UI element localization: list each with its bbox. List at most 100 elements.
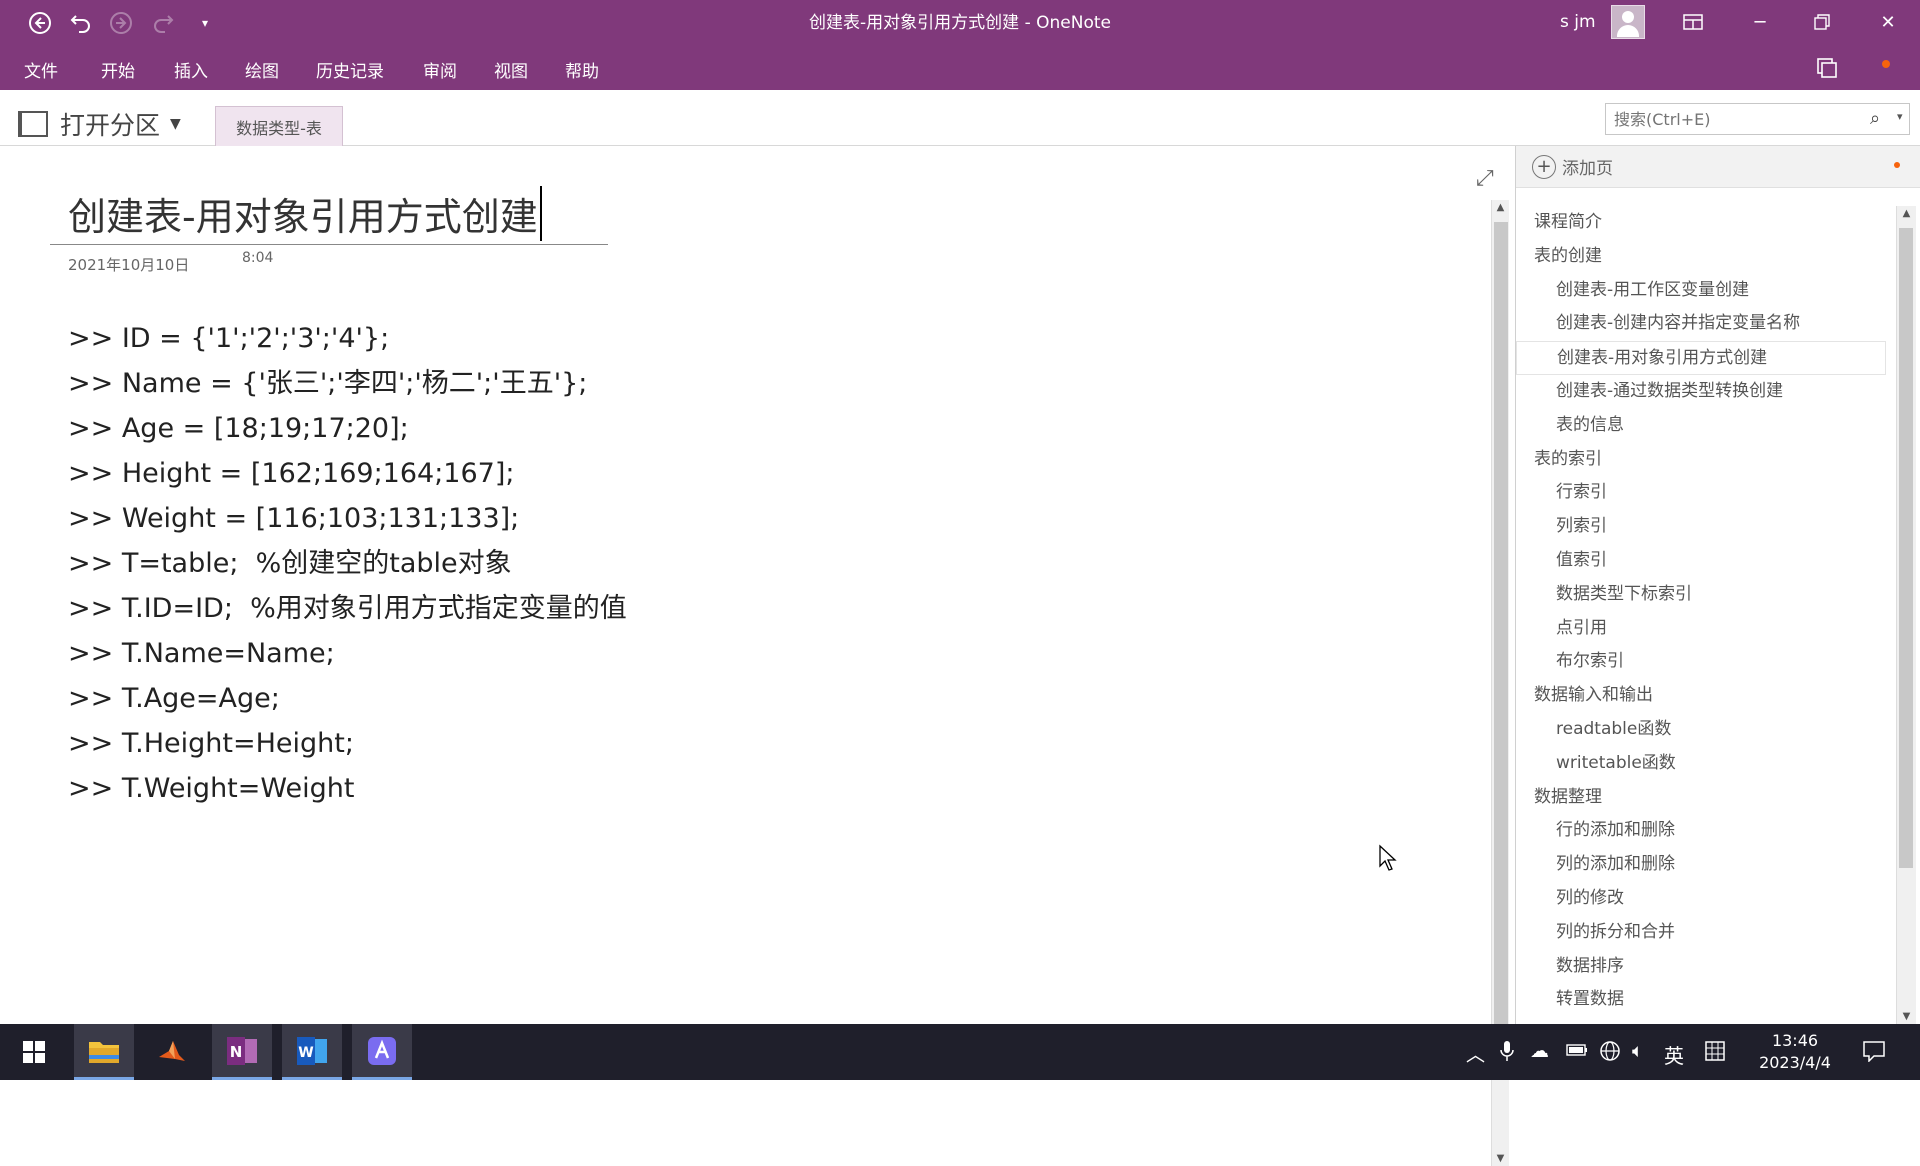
section-heading-item[interactable]: 数据整理 bbox=[1516, 781, 1886, 815]
clock[interactable]: 13:46 2023/4/4 bbox=[1740, 1030, 1850, 1074]
section-tab[interactable]: 数据类型-表 bbox=[215, 106, 343, 146]
menu-bar: 文件 开始 插入 绘图 历史记录 审阅 视图 帮助 bbox=[0, 46, 1920, 90]
open-section-button[interactable]: 打开分区 ▼ bbox=[18, 106, 181, 142]
keyboard-layout-icon[interactable] bbox=[1704, 1040, 1726, 1067]
menu-insert[interactable]: 插入 bbox=[174, 57, 208, 82]
page-list-item[interactable]: 列的拆分和合并 bbox=[1516, 916, 1886, 950]
page-list-item[interactable]: writetable函数 bbox=[1516, 747, 1886, 781]
scroll-up-icon[interactable]: ▲ bbox=[1897, 208, 1916, 219]
add-page-button[interactable]: + 添加页 bbox=[1516, 146, 1920, 188]
section-bar: 打开分区 ▼ 数据类型-表 ⌕ ▾ bbox=[0, 90, 1920, 146]
page-list-item[interactable]: readtable函数 bbox=[1516, 713, 1886, 747]
menu-view[interactable]: 视图 bbox=[494, 57, 528, 82]
search-scope-chevron-icon[interactable]: ▾ bbox=[1897, 110, 1903, 123]
word-icon[interactable]: W bbox=[282, 1024, 342, 1080]
code-line: >> Age = [18;19;17;20]; bbox=[68, 413, 409, 444]
menu-review[interactable]: 审阅 bbox=[423, 57, 457, 82]
svg-text:W: W bbox=[298, 1045, 313, 1061]
redo-icon[interactable] bbox=[148, 8, 178, 38]
title-divider bbox=[50, 244, 608, 245]
page-list-item[interactable]: 行的添加和删除 bbox=[1516, 814, 1886, 848]
menu-help[interactable]: 帮助 bbox=[565, 57, 599, 82]
mouse-cursor-icon bbox=[1378, 844, 1398, 876]
section-heading-item[interactable]: 表的索引 bbox=[1516, 443, 1886, 477]
onedrive-icon[interactable]: ☁ bbox=[1530, 1040, 1549, 1062]
page-scrollbar[interactable]: ▲ ▼ bbox=[1491, 200, 1509, 1166]
page-list-item[interactable]: 点引用 bbox=[1516, 612, 1886, 646]
customize-icon[interactable]: ▾ bbox=[190, 8, 220, 38]
expand-icon[interactable]: ⤢ bbox=[1476, 166, 1494, 191]
code-line: >> Weight = [116;103;131;133]; bbox=[68, 503, 520, 534]
menu-history[interactable]: 历史记录 bbox=[316, 57, 384, 82]
onenote-icon[interactable]: N bbox=[212, 1024, 272, 1080]
scroll-down-icon[interactable]: ▼ bbox=[1492, 1153, 1509, 1164]
code-line: >> Name = {'张三';'李四';'杨二';'王五'}; bbox=[68, 368, 588, 399]
microphone-icon[interactable] bbox=[1500, 1040, 1514, 1067]
section-heading-item[interactable]: 课程简介 bbox=[1516, 206, 1886, 240]
page-title[interactable]: 创建表-用对象引用方式创建 bbox=[68, 186, 542, 241]
battery-icon[interactable] bbox=[1566, 1040, 1588, 1062]
page-list-item[interactable]: 列的添加和删除 bbox=[1516, 848, 1886, 882]
scroll-up-icon[interactable]: ▲ bbox=[1492, 202, 1509, 213]
code-line: >> T.Name=Name; bbox=[68, 638, 335, 669]
page-list-item[interactable]: 创建表-用工作区变量创建 bbox=[1516, 274, 1886, 308]
input-method-indicator[interactable]: 英 bbox=[1664, 1040, 1684, 1069]
start-icon[interactable] bbox=[4, 1024, 64, 1080]
search-input[interactable] bbox=[1605, 103, 1910, 135]
page-date: 2021年10月10日 bbox=[68, 256, 190, 274]
page-list-item[interactable]: 创建表-用对象引用方式创建 bbox=[1516, 341, 1886, 375]
page-list-item[interactable]: 创建表-通过数据类型转换创建 bbox=[1516, 375, 1886, 409]
forward-icon[interactable] bbox=[106, 8, 136, 38]
page-canvas[interactable]: 创建表-用对象引用方式创建 2021年10月10日 8:04 ⤢ >> ID =… bbox=[0, 146, 1515, 1166]
page-list-item[interactable]: 布尔索引 bbox=[1516, 645, 1886, 679]
code-line: >> T.ID=ID; %用对象引用方式指定变量的值 bbox=[68, 593, 627, 624]
page-scrollbar-thumb[interactable] bbox=[1494, 222, 1508, 1072]
svg-text:N: N bbox=[230, 1043, 243, 1061]
ribbon-display-icon[interactable] bbox=[1663, 0, 1723, 44]
notifications-icon[interactable] bbox=[1862, 1040, 1886, 1067]
code-line: >> ID = {'1';'2';'3';'4'}; bbox=[68, 323, 390, 354]
code-line: >> T.Weight=Weight bbox=[68, 773, 355, 804]
pane-indicator-dot bbox=[1894, 162, 1900, 168]
scroll-down-icon[interactable]: ▼ bbox=[1897, 1011, 1916, 1022]
page-list-item[interactable]: 数据类型下标索引 bbox=[1516, 578, 1886, 612]
notebook-icon bbox=[18, 111, 48, 137]
clock-date: 2023/4/4 bbox=[1759, 1053, 1831, 1072]
page-list-item[interactable]: 创建表-创建内容并指定变量名称 bbox=[1516, 307, 1886, 341]
section-heading-item[interactable]: 数据输入和输出 bbox=[1516, 679, 1886, 713]
app-icon[interactable] bbox=[352, 1024, 412, 1080]
add-page-label: 添加页 bbox=[1562, 159, 1613, 179]
page-list-scrollbar-thumb[interactable] bbox=[1899, 228, 1913, 868]
menu-draw[interactable]: 绘图 bbox=[245, 57, 279, 82]
page-list-scrollbar[interactable]: ▲ ▼ bbox=[1896, 206, 1916, 1024]
code-line: >> Height = [162;169;164;167]; bbox=[68, 458, 515, 489]
menu-home[interactable]: 开始 bbox=[101, 57, 135, 82]
volume-icon[interactable]: 🔈︎ bbox=[1632, 1040, 1643, 1062]
show-hidden-icons-icon[interactable]: ︿ bbox=[1466, 1040, 1485, 1067]
minimize-icon[interactable]: ─ bbox=[1730, 0, 1790, 44]
page-list-pane: + 添加页 课程简介 表的创建 创建表-用工作区变量创建 创建表-创建内容并指定变量名… bbox=[1515, 146, 1920, 1024]
code-block[interactable]: >> ID = {'1';'2';'3';'4'}; >> Name = {'张… bbox=[68, 316, 627, 811]
file-explorer-icon[interactable] bbox=[74, 1024, 134, 1080]
user-name[interactable]: s jm bbox=[1560, 12, 1596, 32]
page-time: 8:04 bbox=[242, 250, 274, 266]
page-list-item[interactable]: 转置数据 bbox=[1516, 983, 1886, 1017]
page-list-item[interactable]: 列索引 bbox=[1516, 510, 1886, 544]
network-icon[interactable] bbox=[1599, 1040, 1621, 1067]
avatar[interactable] bbox=[1611, 5, 1645, 39]
page-list-item[interactable]: 表的信息 bbox=[1516, 409, 1886, 443]
code-line: >> T.Age=Age; bbox=[68, 683, 280, 714]
close-icon[interactable]: ✕ bbox=[1858, 0, 1918, 44]
section-heading-item[interactable]: 表的创建 bbox=[1516, 240, 1886, 274]
matlab-icon[interactable] bbox=[142, 1024, 202, 1080]
page-list-item[interactable]: 值索引 bbox=[1516, 544, 1886, 578]
restore-icon[interactable] bbox=[1792, 0, 1852, 44]
page-list-item[interactable]: 数据排序 bbox=[1516, 950, 1886, 984]
page-list-item[interactable]: 行索引 bbox=[1516, 476, 1886, 510]
full-page-view-icon[interactable] bbox=[1815, 56, 1839, 85]
back-icon[interactable] bbox=[25, 8, 55, 38]
search-icon[interactable]: ⌕ bbox=[1870, 108, 1880, 129]
page-list-item[interactable]: 列的修改 bbox=[1516, 882, 1886, 916]
menu-file[interactable]: 文件 bbox=[24, 57, 58, 82]
undo-icon[interactable] bbox=[66, 8, 96, 38]
